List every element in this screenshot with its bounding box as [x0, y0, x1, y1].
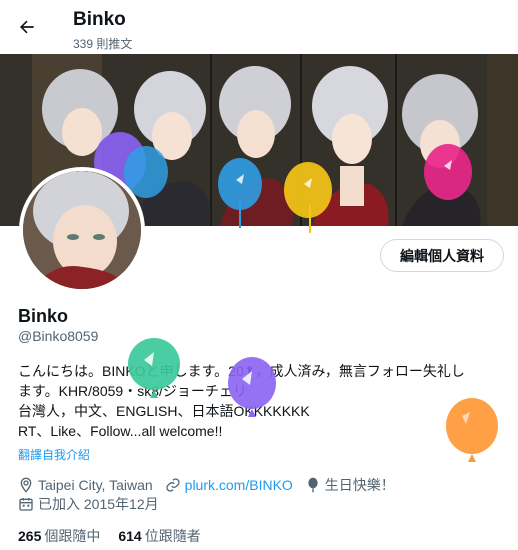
- birthday-item: 生日快樂！: [305, 475, 395, 495]
- balloon-decoration-green: [128, 338, 180, 398]
- tweet-count: 339 則推文: [73, 37, 133, 51]
- header-title: Binko: [73, 9, 126, 30]
- following-count: 265: [18, 528, 42, 544]
- balloon-decoration-yellow: [309, 205, 311, 233]
- arrow-left-icon: [20, 20, 34, 34]
- link-icon: [166, 478, 180, 492]
- profile-name: Binko: [18, 306, 69, 326]
- translate-bio-link[interactable]: 翻譯自我介紹: [18, 446, 90, 463]
- balloon-decoration-purple: [228, 357, 276, 417]
- followers-count: 614: [118, 528, 142, 544]
- website-item[interactable]: plurk.com/BINKO: [165, 477, 293, 493]
- edit-profile-button[interactable]: 編輯個人資料: [380, 239, 504, 272]
- balloon-icon: [308, 477, 318, 493]
- joined-row: 已加入 2015年12月: [18, 494, 171, 514]
- calendar-icon: [19, 498, 33, 511]
- follow-stats: 265 個跟隨中 614 位跟隨者: [18, 526, 219, 546]
- profile-header: Binko 339 則推文: [0, 0, 518, 54]
- avatar-image: [23, 171, 141, 289]
- website-link[interactable]: plurk.com/BINKO: [185, 477, 293, 493]
- profile-meta: Taipei City, Taiwan plurk.com/BINKO 生日快樂…: [18, 475, 407, 495]
- joined-item: 已加入 2015年12月: [18, 494, 159, 514]
- location-item: Taipei City, Taiwan: [18, 477, 153, 493]
- following-label: 個跟隨中: [44, 528, 101, 544]
- followers-label: 位跟隨者: [144, 528, 201, 544]
- joined-text: 已加入 2015年12月: [38, 496, 159, 512]
- location-text: Taipei City, Taiwan: [38, 477, 153, 493]
- back-button[interactable]: [12, 12, 42, 42]
- following-link[interactable]: 265 個跟隨中: [18, 526, 100, 546]
- balloon-decoration-blue: [239, 200, 241, 228]
- location-pin-icon: [20, 477, 32, 493]
- avatar[interactable]: [19, 167, 145, 293]
- followers-link[interactable]: 614 位跟隨者: [118, 526, 200, 546]
- profile-handle: @Binko8059: [18, 328, 99, 344]
- balloon-decoration-orange: [446, 398, 498, 462]
- birthday-text: 生日快樂！: [324, 477, 395, 493]
